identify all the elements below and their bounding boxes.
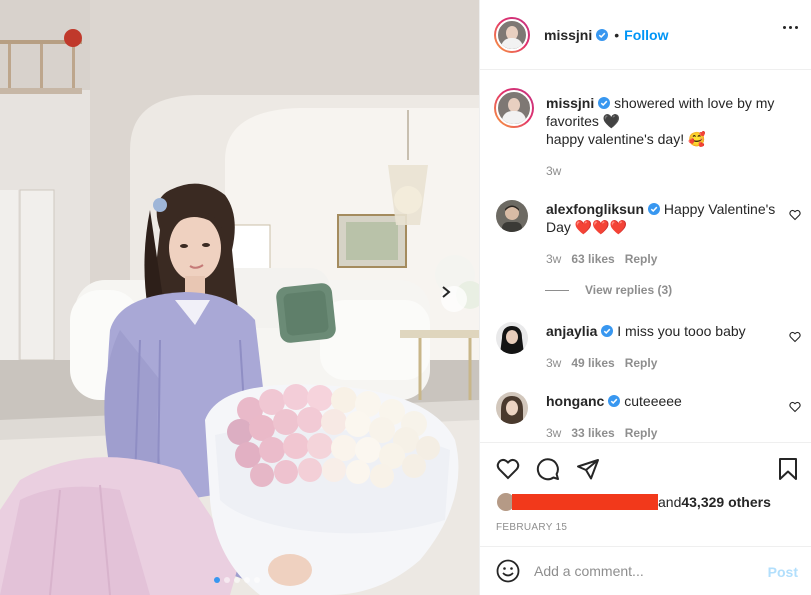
reply-button[interactable]: Reply <box>625 354 658 372</box>
comment-item: alexfongliksun Happy Valentine's Day ❤️❤… <box>496 200 796 268</box>
comment-input[interactable] <box>534 563 754 579</box>
comment-likes[interactable]: 49 likes <box>571 354 614 372</box>
post-caption: missjni showered with love by my favorit… <box>494 88 800 180</box>
comment-timestamp[interactable]: 3w <box>546 424 561 442</box>
add-comment-bar: Post <box>480 546 811 595</box>
carousel-dot <box>214 577 220 583</box>
comment-text: cuteeeee <box>624 393 682 409</box>
comment-meta: 3w 63 likes Reply <box>546 250 778 268</box>
share-icon[interactable] <box>576 457 600 481</box>
comment-username[interactable]: anjaylia <box>546 323 597 339</box>
comment-username[interactable]: alexfongliksun <box>546 201 644 217</box>
post-comment-button[interactable]: Post <box>768 564 798 580</box>
post-photo[interactable] <box>0 0 479 595</box>
verified-badge-icon <box>648 203 661 215</box>
post-actions: and 43,329 others FEBRUARY 15 <box>480 442 811 546</box>
comment-item: honganc cuteeeee 3w 33 likes Reply <box>496 392 796 442</box>
post-date[interactable]: FEBRUARY 15 <box>496 522 567 533</box>
carousel-dot <box>244 577 250 583</box>
carousel-dot <box>224 577 230 583</box>
commenter-avatar[interactable] <box>496 322 528 354</box>
commenter-avatar[interactable] <box>496 392 528 424</box>
redacted-liker-name <box>512 494 658 510</box>
like-comment-heart-icon[interactable] <box>789 209 801 221</box>
ellipsis-icon[interactable] <box>783 26 798 29</box>
next-slide-button[interactable] <box>441 286 467 312</box>
comment-timestamp[interactable]: 3w <box>546 354 561 372</box>
carousel-dot <box>234 577 240 583</box>
carousel-dot <box>254 577 260 583</box>
comment-meta: 3w 49 likes Reply <box>546 354 778 372</box>
comment-timestamp[interactable]: 3w <box>546 250 561 268</box>
separator-dot: • <box>614 26 620 43</box>
smiley-icon[interactable] <box>496 559 520 583</box>
caption-timestamp[interactable]: 3w <box>546 162 800 180</box>
reply-button[interactable]: Reply <box>625 250 658 268</box>
bookmark-icon[interactable] <box>776 457 800 481</box>
reply-button[interactable]: Reply <box>625 424 658 442</box>
heart-icon[interactable] <box>496 457 520 481</box>
verified-badge-icon <box>601 325 614 337</box>
comment-icon[interactable] <box>536 457 560 481</box>
likes-summary[interactable]: and 43,329 others <box>496 492 771 512</box>
comment-likes[interactable]: 33 likes <box>571 424 614 442</box>
chevron-right-icon <box>442 286 451 298</box>
carousel-indicators <box>214 577 260 583</box>
photo-scene <box>0 0 479 595</box>
comment-meta: 3w 33 likes Reply <box>546 424 778 442</box>
commenter-avatar[interactable] <box>496 200 528 232</box>
like-comment-heart-icon[interactable] <box>789 331 801 343</box>
caption-username[interactable]: missjni <box>546 95 594 111</box>
likes-count[interactable]: 43,329 others <box>681 494 771 510</box>
view-replies-button[interactable]: View replies (3) <box>545 283 672 297</box>
verified-badge-icon <box>596 28 609 41</box>
post-details-panel: missjni • Follow missjni showered with lo… <box>479 0 811 595</box>
author-avatar[interactable] <box>494 16 530 53</box>
replies-line <box>545 289 569 291</box>
view-replies-label: View replies (3) <box>585 283 673 297</box>
comment-username[interactable]: honganc <box>546 393 604 409</box>
verified-badge-icon <box>608 395 621 407</box>
author-username[interactable]: missjni <box>544 27 592 43</box>
comment-text: I miss you tooo baby <box>617 323 746 339</box>
caption-avatar[interactable] <box>494 88 534 128</box>
follow-button[interactable]: Follow <box>624 27 668 43</box>
comment-likes[interactable]: 63 likes <box>571 250 614 268</box>
like-comment-heart-icon[interactable] <box>789 401 801 413</box>
post-header: missjni • Follow <box>480 0 811 70</box>
comment-item: anjaylia I miss you tooo baby 3w 49 like… <box>496 322 796 372</box>
follow-wrap: • Follow <box>614 27 668 43</box>
verified-badge-icon <box>598 97 611 109</box>
likes-prefix: and <box>658 494 682 510</box>
